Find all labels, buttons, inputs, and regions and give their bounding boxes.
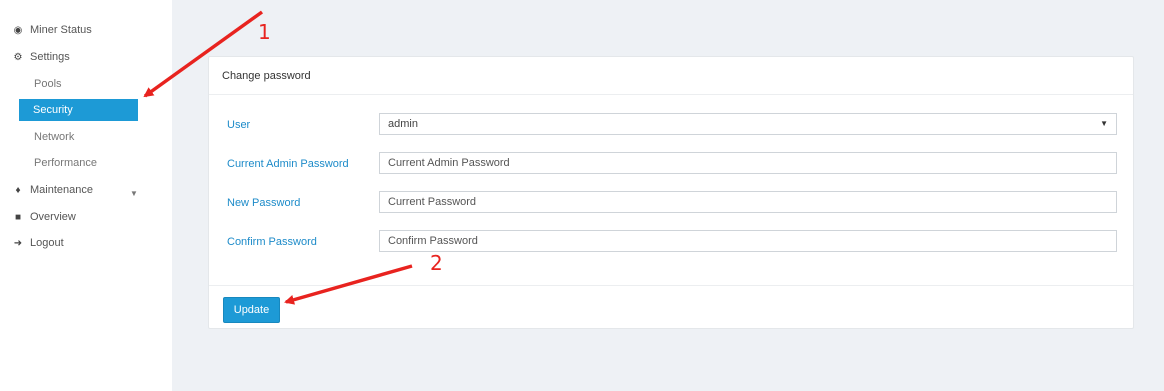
annotation-step-2: 2 xyxy=(430,251,443,275)
sidebar-item-logout[interactable]: ➜ Logout xyxy=(12,237,64,249)
dashboard-icon: ◉ xyxy=(13,24,23,36)
current-password-label: Current Admin Password xyxy=(227,158,349,170)
sidebar-item-label: Maintenance xyxy=(30,184,93,196)
sidebar-item-network[interactable]: Network xyxy=(34,131,74,143)
sidebar-item-label: Miner Status xyxy=(30,24,92,36)
sidebar-item-performance[interactable]: Performance xyxy=(34,157,97,169)
change-password-card: Change password User admin ▼ Current Adm… xyxy=(208,56,1134,329)
chevron-down-icon: ▼ xyxy=(1100,119,1108,128)
gears-icon: ⚙ xyxy=(13,51,23,63)
sidebar-item-settings[interactable]: ⚙ Settings xyxy=(12,51,70,63)
sidebar-item-overview[interactable]: ■ Overview xyxy=(12,211,76,223)
sidebar-item-label: Settings xyxy=(30,51,70,63)
sidebar-item-label: Logout xyxy=(30,237,64,249)
annotation-step-1: 1 xyxy=(258,20,271,44)
chip-icon: ■ xyxy=(14,211,22,223)
sidebar-item-maintenance[interactable]: ♦ Maintenance xyxy=(12,184,93,196)
card-footer-divider xyxy=(209,285,1133,286)
current-password-field[interactable]: Current Admin Password xyxy=(379,152,1117,174)
new-password-field[interactable]: Current Password xyxy=(379,191,1117,213)
sidebar-item-pools[interactable]: Pools xyxy=(34,78,62,90)
plug-icon: ♦ xyxy=(15,184,21,196)
sidebar-item-security[interactable]: Security xyxy=(19,99,138,121)
user-select[interactable]: admin ▼ xyxy=(379,113,1117,135)
new-password-label: New Password xyxy=(227,197,301,209)
user-label: User xyxy=(227,119,251,131)
chevron-down-icon[interactable]: ▼ xyxy=(130,189,138,198)
card-title: Change password xyxy=(209,57,1133,95)
sidebar-item-miner-status[interactable]: ◉ Miner Status xyxy=(12,24,92,36)
logout-icon: ➜ xyxy=(13,237,23,249)
user-select-value: admin xyxy=(388,118,418,130)
sidebar: ◉ Miner Status ⚙ Settings Pools Security… xyxy=(0,0,172,391)
page: ◉ Miner Status ⚙ Settings Pools Security… xyxy=(0,0,1164,391)
sidebar-item-label: Overview xyxy=(30,211,76,223)
confirm-password-field[interactable]: Confirm Password xyxy=(379,230,1117,252)
confirm-password-label: Confirm Password xyxy=(227,236,317,248)
update-button[interactable]: Update xyxy=(223,297,280,323)
